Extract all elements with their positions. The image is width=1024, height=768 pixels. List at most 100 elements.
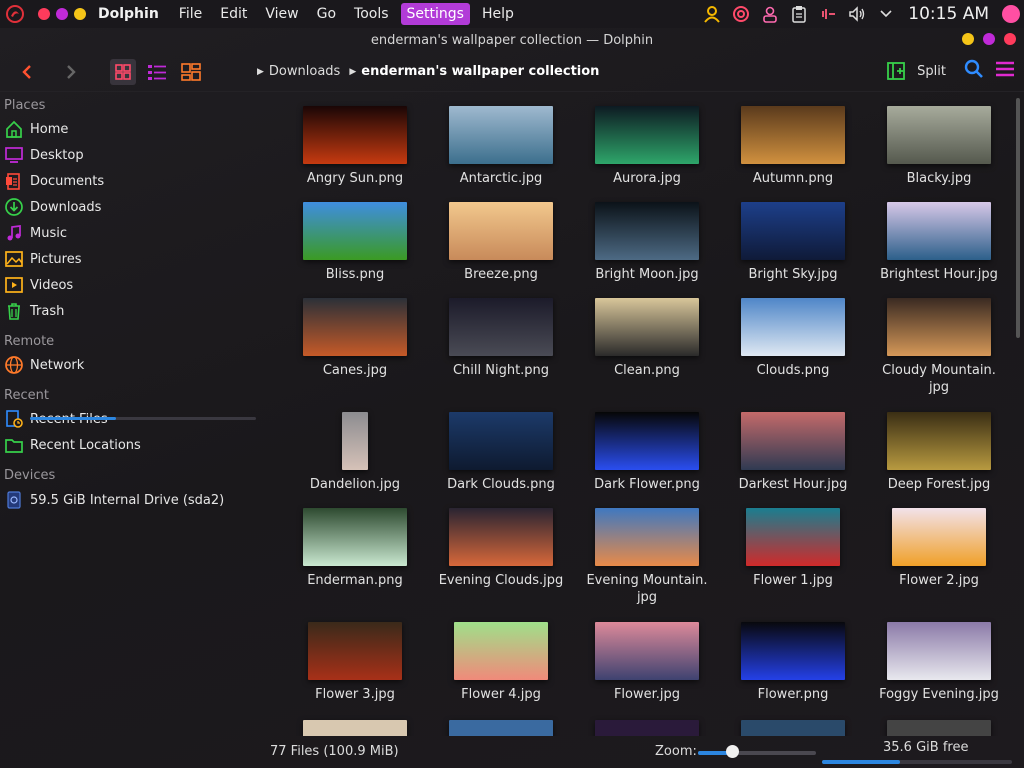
maximize-button[interactable] <box>983 33 995 45</box>
file-item[interactable]: Evening Mountain. jpg <box>574 508 720 606</box>
sync-icon[interactable] <box>730 3 752 25</box>
file-item[interactable]: Flower 2.jpg <box>866 508 1012 589</box>
file-item[interactable]: Angry Sun.png <box>282 106 428 187</box>
file-item[interactable]: Bliss.png <box>282 202 428 283</box>
file-thumbnail <box>595 106 699 164</box>
sidebar-item-label: Home <box>30 121 69 137</box>
close-window-button[interactable] <box>38 8 50 20</box>
file-thumbnail <box>449 508 553 566</box>
file-item[interactable]: Flower 4.jpg <box>428 622 574 703</box>
sidebar-item-videos[interactable]: Videos <box>0 272 262 298</box>
search-icon[interactable] <box>964 59 984 83</box>
file-item[interactable]: Antarctic.jpg <box>428 106 574 187</box>
file-item[interactable]: Foggy Evening.jpg <box>866 622 1012 703</box>
file-item[interactable]: Autumn.png <box>720 106 866 187</box>
file-item[interactable]: Brightest Hour.jpg <box>866 202 1012 283</box>
zoom-slider[interactable] <box>698 751 816 755</box>
details-view-button[interactable] <box>144 59 170 85</box>
file-name: Breeze.png <box>464 267 538 282</box>
file-item[interactable]: Flower.jpg <box>574 622 720 703</box>
file-item[interactable]: Blacky.jpg <box>866 106 1012 187</box>
file-item[interactable]: Darkest Hour.jpg <box>720 412 866 493</box>
compact-view-button[interactable] <box>178 59 204 85</box>
hamburger-menu-icon[interactable] <box>994 60 1016 82</box>
file-item[interactable]: Bright Sky.jpg <box>720 202 866 283</box>
videos-icon <box>4 275 24 295</box>
file-name: Brightest Hour.jpg <box>880 267 998 282</box>
sidebar-item-network[interactable]: Network <box>0 352 262 378</box>
file-item[interactable]: Evening Clouds.jpg <box>428 508 574 589</box>
menu-tools[interactable]: Tools <box>348 3 395 25</box>
breadcrumb-current-folder[interactable]: enderman's wallpaper collection <box>361 64 599 79</box>
user-icon[interactable] <box>701 3 723 25</box>
sidebar-item-documents[interactable]: Documents <box>0 168 262 194</box>
distro-logo-icon[interactable] <box>2 1 28 27</box>
home-icon <box>4 119 24 139</box>
user-avatar[interactable] <box>1002 5 1020 23</box>
sidebar-item-pictures[interactable]: Pictures <box>0 246 262 272</box>
file-item[interactable]: Flower 3.jpg <box>282 622 428 703</box>
file-item[interactable]: Clouds.png <box>720 298 866 379</box>
sidebar-item-label: Videos <box>30 277 74 293</box>
menu-settings[interactable]: Settings <box>400 3 470 25</box>
section-recent-heading: Recent <box>4 388 49 403</box>
sidebar-item-downloads[interactable]: Downloads <box>0 194 262 220</box>
microphone-muted-icon[interactable] <box>817 3 839 25</box>
sidebar-item-recent-locations[interactable]: Recent Locations <box>0 432 262 458</box>
file-item[interactable]: Deep Forest.jpg <box>866 412 1012 493</box>
menu-help[interactable]: Help <box>476 3 520 25</box>
file-item[interactable]: Bright Moon.jpg <box>574 202 720 283</box>
file-item[interactable]: Flower 1.jpg <box>720 508 866 589</box>
file-item[interactable]: Canes.jpg <box>282 298 428 379</box>
menu-view[interactable]: View <box>259 3 304 25</box>
recent-locations-icon <box>4 435 24 455</box>
file-item[interactable]: Enderman.png <box>282 508 428 589</box>
sidebar-item-music[interactable]: Music <box>0 220 262 246</box>
maximize-window-button[interactable] <box>56 8 68 20</box>
file-item[interactable]: Dark Clouds.png <box>428 412 574 493</box>
chevron-down-icon[interactable] <box>875 3 897 25</box>
icons-view-button[interactable] <box>110 58 136 85</box>
split-icon[interactable] <box>885 60 907 82</box>
file-name: Flower.png <box>757 687 829 702</box>
file-item[interactable]: Flower.png <box>720 622 866 703</box>
file-item[interactable]: Dark Flower.png <box>574 412 720 493</box>
minimize-window-button[interactable] <box>74 8 86 20</box>
volume-icon[interactable] <box>846 3 868 25</box>
window-titlebar: enderman's wallpaper collection — Dolphi… <box>0 28 1024 52</box>
menu-file[interactable]: File <box>173 3 208 25</box>
menu-go[interactable]: Go <box>311 3 342 25</box>
clipboard-icon[interactable] <box>788 3 810 25</box>
file-name: Clean.png <box>614 363 680 378</box>
sidebar-item-home[interactable]: Home <box>0 116 262 142</box>
file-item[interactable]: Chill Night.png <box>428 298 574 379</box>
breadcrumb-downloads[interactable]: Downloads <box>269 64 340 79</box>
sidebar-item-trash[interactable]: Trash <box>0 298 262 324</box>
back-button[interactable] <box>14 59 40 85</box>
file-thumbnail <box>746 508 840 566</box>
file-item[interactable]: Cloudy Mountain. jpg <box>866 298 1012 396</box>
free-space-bar <box>822 760 1012 764</box>
minimize-button[interactable] <box>962 33 974 45</box>
clock[interactable]: 10:15 AM <box>908 4 989 24</box>
file-name: Dark Flower.png <box>594 477 700 492</box>
file-thumbnail <box>454 622 548 680</box>
sidebar-item-internal-drive[interactable]: 59.5 GiB Internal Drive (sda2) <box>0 486 262 514</box>
file-item[interactable]: Clean.png <box>574 298 720 379</box>
file-name: Bright Moon.jpg <box>595 267 699 282</box>
menu-bar: File Edit View Go Tools Settings Help <box>173 3 526 25</box>
split-button[interactable]: Split <box>917 64 946 79</box>
forward-button[interactable] <box>58 59 84 85</box>
menu-edit[interactable]: Edit <box>214 3 253 25</box>
file-thumbnail <box>741 412 845 470</box>
zoom-slider-handle[interactable] <box>726 745 739 758</box>
account-icon[interactable] <box>759 3 781 25</box>
close-button[interactable] <box>1004 33 1016 45</box>
zoom-label: Zoom: <box>655 744 697 759</box>
file-item[interactable]: Breeze.png <box>428 202 574 283</box>
scrollbar[interactable] <box>1016 98 1020 338</box>
file-item[interactable]: Aurora.jpg <box>574 106 720 187</box>
sidebar-item-desktop[interactable]: Desktop <box>0 142 262 168</box>
window-buttons <box>962 33 1016 45</box>
file-item[interactable]: Dandelion.jpg <box>282 412 428 493</box>
